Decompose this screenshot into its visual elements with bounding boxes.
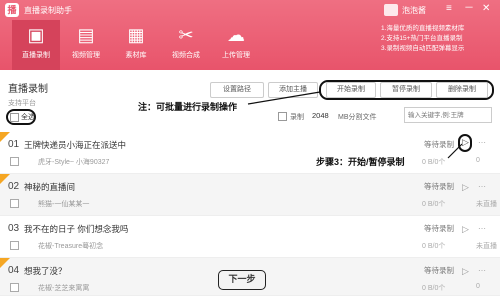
row-extra: 0 [476,283,480,290]
set-path-button[interactable]: 设置路径 [210,82,264,98]
feature-notes: 1.海量优质的直播视频素材库 2.支持15+热门平台直播录制 3.录制视频自动匹… [381,24,464,54]
delete-record-button[interactable]: 删除录制 [436,82,488,98]
material-icon: ▦ [127,25,145,45]
row-anchor: 虎牙-Style~ 小海90327 [38,159,110,166]
list-item[interactable]: 02 神秘的直播间 熊猫-一仙某某一 等待录制 0 B/0个 ▷ ⋯ 未直播 [0,174,500,216]
row-extra: 0 [476,157,480,164]
split-size-input[interactable]: 2048 [312,111,329,120]
row-status: 等待录制 [424,140,454,149]
more-icon[interactable]: ⋯ [478,266,486,275]
batch-annotation: 注：可批量进行录制操作 [138,102,238,112]
row-status: 等待录制 [424,182,454,191]
start-record-button[interactable]: 开始录制 [326,82,376,98]
select-all-label[interactable]: 全选 [21,112,35,122]
button-label: 添加主播 [279,86,307,93]
tab-label: 上传管理 [222,52,250,59]
split-label: 录制 [290,114,304,121]
tab-upload[interactable]: ☁ 上传管理 [212,20,260,70]
row-anchor: 花椒-芝芝来寓寓 [38,285,90,292]
row-number: 03 [8,223,20,234]
row-size: 0 B/0个 [422,243,446,250]
more-icon[interactable]: ⋯ [478,182,486,191]
row-checkbox[interactable] [10,199,19,208]
header-bar: 播 直播录制助手 泡泡酱 ≡ － ✕ 1.海量优质的直播视频素材库 2.支持15… [0,0,500,70]
button-label: 暂停录制 [392,86,420,93]
user-name[interactable]: 泡泡酱 [402,5,426,16]
row-title: 王牌快递员小海正在派送中 [24,140,127,150]
scissors-icon: ✂ [178,25,194,45]
minimize-button[interactable]: － [464,2,474,16]
row-status: 等待录制 [424,266,454,275]
support-platform-label: 支持平台 [8,100,36,107]
row-anchor: 花椒-Treasure蓦初念 [38,243,104,250]
button-label: 删除录制 [448,86,476,93]
menu-icon[interactable]: ≡ [446,2,452,16]
feature-note: 2.支持15+热门平台直播录制 [381,35,463,42]
row-title: 我不在的日子 你们想念我吗 [24,224,129,234]
tab-live-record[interactable]: ▣ 直播录制 [12,20,60,70]
feature-note: 1.海量优质的直播视频素材库 [381,25,465,32]
row-number: 02 [8,181,20,192]
next-step-button[interactable]: 下一步 [218,270,266,290]
tab-video-manage[interactable]: ▤ 视频管理 [62,20,110,70]
select-all-checkbox[interactable] [10,113,19,122]
row-size: 0 B/0个 [422,201,446,208]
step3-annotation: 步骤3：开始/暂停录制 [316,157,405,167]
app-title: 直播录制助手 [24,6,72,15]
tab-compose[interactable]: ✂ 视频合成 [162,20,210,70]
row-checkbox[interactable] [10,283,19,292]
row-status: 等待录制 [424,224,454,233]
row-number: 04 [8,265,20,276]
row-checkbox[interactable] [10,157,19,166]
button-label: 开始录制 [337,86,365,93]
page-title: 直播录制 [8,84,48,95]
button-label: 设置路径 [223,86,251,93]
cloud-upload-icon: ☁ [227,25,245,45]
row-extra: 未直播 [476,201,497,208]
avatar[interactable] [384,4,398,16]
record-icon: ▣ [27,25,45,45]
row-size: 0 B/0个 [422,285,446,292]
add-host-button[interactable]: 添加主播 [268,82,318,98]
play-icon[interactable]: ▷ [462,182,469,193]
list-item[interactable]: 03 我不在的日子 你们想念我吗 花椒-Treasure蓦初念 等待录制 0 B… [0,216,500,258]
tab-label: 视频合成 [172,52,200,59]
video-icon: ▤ [77,25,95,45]
play-icon[interactable]: ▷ [462,266,469,277]
row-title: 神秘的直播间 [24,182,76,192]
play-icon[interactable]: ▷ [462,224,469,235]
row-extra: 未直播 [476,243,497,250]
tab-label: 直播录制 [22,52,50,59]
tab-label: 视频管理 [72,52,100,59]
row-anchor: 熊猫-一仙某某一 [38,201,90,208]
search-input[interactable] [404,107,492,123]
tab-material[interactable]: ▦ 素材库 [112,20,160,70]
row-checkbox[interactable] [10,241,19,250]
tab-label: 素材库 [125,52,147,59]
list-item[interactable]: 01 王牌快递员小海正在派送中 虎牙-Style~ 小海90327 等待录制 0… [0,132,500,174]
close-button[interactable]: ✕ [482,2,490,16]
row-title: 想我了没？ [24,266,67,276]
app-logo: 播 [5,3,19,17]
more-icon[interactable]: ⋯ [478,138,486,147]
more-icon[interactable]: ⋯ [478,224,486,233]
feature-note: 3.录制视频自动匹配弹幕显示 [381,45,465,52]
play-icon[interactable]: ▷ [462,137,469,148]
row-number: 01 [8,139,20,150]
split-checkbox[interactable] [278,112,287,121]
split-unit: MB分割文件 [338,114,377,121]
pause-record-button[interactable]: 暂停录制 [380,82,432,98]
row-size: 0 B/0个 [422,159,446,166]
